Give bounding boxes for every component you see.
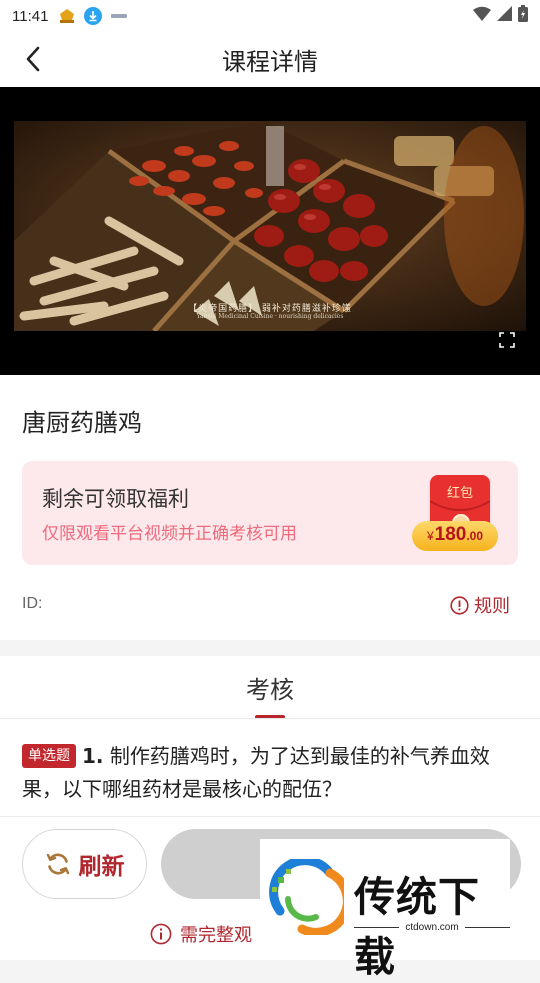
refresh-icon bbox=[46, 853, 69, 875]
tab-exam[interactable]: 考核 bbox=[0, 670, 540, 705]
status-bar: 11:41 bbox=[0, 0, 540, 32]
refresh-label: 刷新 bbox=[78, 854, 125, 880]
page-title: 课程详情 bbox=[222, 48, 318, 76]
download-icon bbox=[84, 7, 103, 25]
header: 课程详情 bbox=[0, 32, 540, 87]
video-frame[interactable]: 【炎帝国药膳】 弱补对药膳滋补珍馐 Yanshi Medicinal Cuisi… bbox=[14, 121, 526, 331]
rules-button[interactable]: 规则 bbox=[450, 592, 510, 618]
battery-icon bbox=[518, 5, 528, 27]
fullscreen-button[interactable] bbox=[498, 331, 516, 349]
watermark-rule bbox=[464, 927, 511, 928]
video-player[interactable]: 【炎帝国药膳】 弱补对药膳滋补珍馐 Yanshi Medicinal Cuisi… bbox=[0, 87, 540, 375]
watch-notice-text: 需完整观 bbox=[180, 925, 252, 946]
amount-integer: 180 bbox=[434, 524, 467, 545]
course-id-label: ID: bbox=[22, 595, 43, 612]
question-type-badge: 单选题 bbox=[22, 744, 76, 768]
divider bbox=[0, 718, 540, 719]
signal-icon bbox=[497, 6, 512, 26]
welfare-description: 仅限观看平台视频并正确考核可用 bbox=[42, 524, 297, 544]
welfare-amount: ¥ 180 .00 bbox=[412, 521, 498, 551]
info-circle-icon bbox=[450, 595, 469, 615]
red-packet-label: 红包 bbox=[446, 486, 473, 501]
watermark-domain: ctdown.com bbox=[405, 922, 459, 933]
refresh-button[interactable]: 刷新 bbox=[22, 829, 147, 899]
amount-decimal: .00 bbox=[466, 529, 484, 543]
app-badge-icon bbox=[58, 7, 76, 25]
fullscreen-icon bbox=[499, 332, 515, 348]
watermark-domain-row: ctdown.com bbox=[354, 922, 511, 933]
course-title: 唐厨药膳鸡 bbox=[22, 409, 142, 437]
watermark-logo-icon bbox=[269, 859, 344, 935]
amount-currency: ¥ bbox=[426, 529, 434, 543]
video-thumbnail bbox=[14, 121, 526, 331]
rules-label: 规则 bbox=[474, 596, 510, 617]
status-time: 11:41 bbox=[12, 7, 49, 25]
info-circle-icon bbox=[150, 923, 172, 945]
watermark-rule bbox=[354, 927, 400, 928]
question: 单选题 1. 制作药膳鸡时，为了达到最佳的补气养血效果，以下哪组药材是最核心的配伍… bbox=[22, 740, 522, 806]
back-button[interactable] bbox=[18, 42, 48, 76]
welfare-banner[interactable]: 剩余可领取福利 仅限观看平台视频并正确考核可用 红包 ¥ 180 .00 bbox=[22, 461, 518, 565]
notification-icon bbox=[110, 7, 128, 25]
wifi-icon bbox=[473, 6, 491, 26]
video-subtitle-en: Yanshi Medicinal Cuisine · nourishing de… bbox=[196, 313, 344, 320]
welfare-title: 剩余可领取福利 bbox=[42, 487, 189, 511]
question-number: 1. bbox=[82, 744, 104, 768]
course-info-card: 唐厨药膳鸡 剩余可领取福利 仅限观看平台视频并正确考核可用 红包 ¥ 180 .… bbox=[0, 375, 540, 640]
chevron-left-icon bbox=[26, 46, 40, 72]
watermark: 传统下载 ctdown.com bbox=[260, 839, 511, 981]
watch-notice: 需完整观 bbox=[150, 921, 252, 947]
